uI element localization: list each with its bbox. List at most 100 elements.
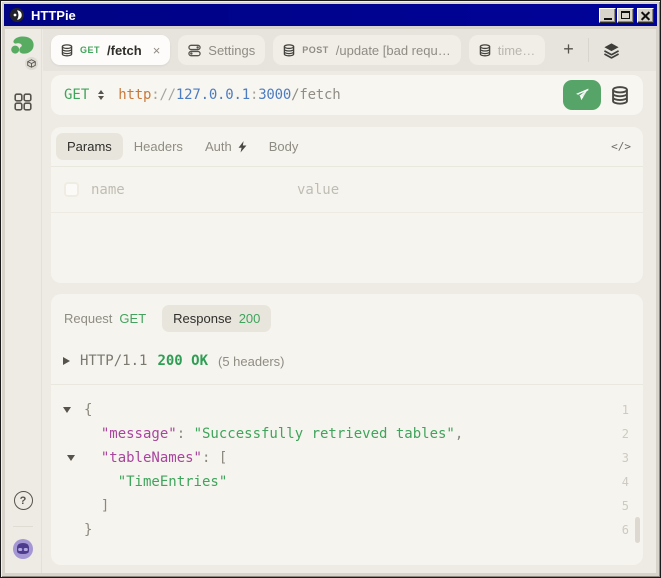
url-separator: ://: [151, 87, 176, 103]
response-body: { 1 "message" : "Successfully retrieved …: [51, 385, 643, 542]
json-punct: {: [84, 398, 92, 422]
json-line: "tableNames" : [ 3: [63, 446, 643, 470]
line-number: 3: [622, 446, 629, 470]
url-input[interactable]: http://127.0.0.1:3000/fetch: [118, 87, 340, 103]
minimize-icon: [604, 18, 612, 20]
request-tab-method: GET: [119, 311, 146, 326]
minimize-button[interactable]: [599, 8, 616, 23]
httpie-logo: [9, 35, 37, 71]
tab-request[interactable]: Request GET: [64, 305, 150, 332]
cube-icon: [27, 59, 36, 68]
httpie-app-icon: [9, 7, 25, 23]
lightning-icon: [238, 141, 247, 153]
tab-method: POST: [302, 45, 329, 55]
tab-strip: GET /fetch × Settings: [43, 29, 656, 71]
request-editor-panel: Params Headers Auth Body </>: [51, 127, 643, 283]
tab-body[interactable]: Body: [258, 133, 310, 160]
tab-auth-label: Auth: [205, 139, 232, 154]
response-panel: Request GET Response 200 HTTP/1.1 200 OK…: [51, 294, 643, 565]
code-view-toggle[interactable]: </>: [611, 140, 631, 153]
new-tab-button[interactable]: +: [553, 39, 584, 62]
method-sort-icon[interactable]: [98, 90, 104, 100]
collection-icon: [61, 44, 73, 57]
collections-button[interactable]: [611, 86, 629, 105]
tab-title: /fetch: [107, 43, 142, 58]
tabstrip-divider: [588, 38, 589, 62]
tab-auth[interactable]: Auth: [194, 133, 258, 160]
tab-response[interactable]: Response 200: [162, 305, 271, 332]
environment-badge[interactable]: [24, 56, 39, 71]
layers-icon: [603, 42, 620, 59]
line-number: 2: [622, 422, 629, 446]
protocol-text: HTTP/1.1: [80, 353, 147, 369]
collection-icon: [283, 44, 295, 57]
json-punct: :: [177, 422, 194, 446]
method-select[interactable]: GET: [64, 87, 89, 103]
help-glyph: ?: [20, 495, 27, 507]
line-number: 5: [622, 494, 629, 518]
sidebar: ?: [5, 29, 42, 573]
tab-title: /update [bad requ…: [336, 43, 451, 58]
url-host: 127.0.0.1: [176, 87, 250, 103]
maximize-button[interactable]: [617, 8, 634, 23]
client-area: ? GET /fetch: [5, 29, 656, 573]
paper-plane-icon: [574, 87, 590, 103]
param-name-input[interactable]: [91, 182, 297, 198]
json-line: { 1: [63, 398, 643, 422]
tab-fetch[interactable]: GET /fetch ×: [51, 35, 170, 65]
workspace-grid-icon[interactable]: [14, 93, 32, 116]
json-key: "message": [101, 422, 177, 446]
tab-params[interactable]: Params: [56, 133, 123, 160]
json-punct: ,: [455, 422, 463, 446]
tab-overflow-button[interactable]: [597, 42, 626, 59]
json-line: "TimeEntries" 4: [63, 470, 643, 494]
param-value-input[interactable]: [297, 182, 630, 198]
json-string: "TimeEntries": [118, 470, 228, 494]
expand-headers-icon[interactable]: [63, 357, 70, 365]
status-ok-text: 200 OK: [157, 353, 208, 369]
url-port: 3000: [258, 87, 291, 103]
param-checkbox[interactable]: [64, 182, 79, 197]
avatar-creature-icon: [15, 542, 31, 556]
fold-icon[interactable]: [63, 407, 71, 413]
tab-headers[interactable]: Headers: [123, 133, 194, 160]
database-icon: [611, 86, 629, 105]
json-line: } 6: [63, 518, 643, 542]
scrollbar-thumb[interactable]: [635, 517, 640, 543]
json-punct: }: [84, 518, 92, 542]
help-icon[interactable]: ?: [14, 491, 33, 510]
json-string: "Successfully retrieved tables": [194, 422, 455, 446]
sidebar-divider: [13, 526, 33, 527]
send-button[interactable]: [563, 80, 601, 110]
tab-settings[interactable]: Settings: [178, 35, 265, 65]
close-button[interactable]: [637, 8, 654, 23]
param-row: [51, 167, 643, 213]
json-key: "tableNames": [101, 446, 202, 470]
url-bar: GET http://127.0.0.1:3000/fetch: [51, 75, 643, 115]
tab-update[interactable]: POST /update [bad requ…: [273, 35, 460, 65]
collection-icon: [479, 44, 491, 57]
fold-icon[interactable]: [67, 455, 75, 461]
toggles-icon: [188, 44, 201, 57]
window-title: HTTPie: [31, 8, 598, 23]
app-window: HTTPie: [0, 0, 661, 578]
title-bar[interactable]: HTTPie: [4, 4, 657, 26]
main-area: GET /fetch × Settings: [43, 29, 656, 573]
tab-time[interactable]: time…: [469, 35, 546, 65]
json-punct: ]: [101, 494, 109, 518]
url-path: /fetch: [291, 87, 340, 103]
response-status-badge: 200: [239, 311, 261, 326]
tab-title: Settings: [208, 43, 255, 58]
response-tabs: Request GET Response 200: [51, 294, 643, 337]
url-scheme: http: [118, 87, 151, 103]
json-line: ] 5: [63, 494, 643, 518]
close-icon: [641, 11, 650, 20]
tab-title: time…: [498, 43, 536, 58]
response-status-line[interactable]: HTTP/1.1 200 OK (5 headers): [51, 337, 643, 385]
user-avatar[interactable]: [13, 539, 33, 559]
tab-close-icon[interactable]: ×: [153, 43, 161, 58]
maximize-icon: [621, 11, 630, 19]
url-port-separator: :: [250, 87, 258, 103]
headers-count: (5 headers): [218, 354, 284, 369]
line-number: 4: [622, 470, 629, 494]
